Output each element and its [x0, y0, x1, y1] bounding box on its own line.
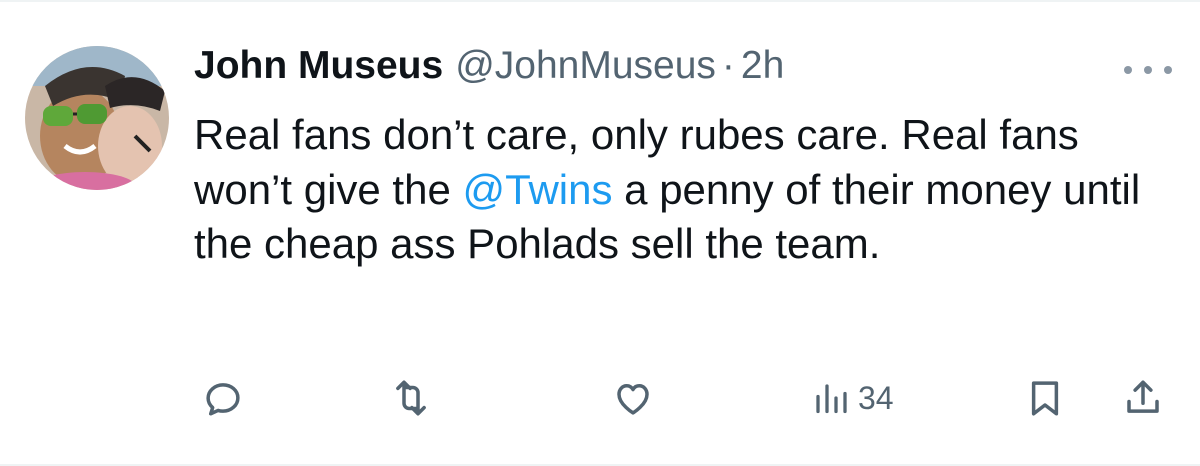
avatar[interactable] [25, 46, 169, 190]
like-button[interactable] [612, 368, 654, 428]
views-button[interactable]: 34 [812, 368, 894, 428]
avatar-image [25, 46, 169, 190]
action-bar: 34 [190, 368, 1180, 428]
share-icon [1127, 380, 1159, 413]
separator-dot: · [721, 44, 735, 87]
retweet-button[interactable] [390, 368, 432, 428]
author-handle[interactable]: @JohnMuseus [455, 44, 716, 88]
retweet-icon [396, 380, 426, 416]
author-name[interactable]: John Museus [194, 44, 443, 88]
share-button[interactable] [1122, 368, 1164, 428]
tweet-text: Real fans don’t care, only rubes care. R… [194, 108, 1154, 272]
mention-link[interactable]: @Twins [463, 166, 613, 213]
more-options-icon[interactable] [1124, 60, 1172, 80]
views-count: 34 [858, 379, 894, 416]
tweet-header: John Museus @JohnMuseus · 2h [194, 44, 784, 94]
reply-button[interactable] [202, 368, 244, 428]
reply-icon [206, 383, 240, 416]
heart-icon [617, 384, 649, 415]
bookmark-button[interactable] [1024, 368, 1066, 428]
views-icon [816, 384, 847, 414]
tweet[interactable]: John Museus @JohnMuseus · 2h Real fans d… [0, 0, 1200, 466]
bookmark-icon [1031, 381, 1059, 416]
timestamp[interactable]: 2h [741, 44, 784, 88]
